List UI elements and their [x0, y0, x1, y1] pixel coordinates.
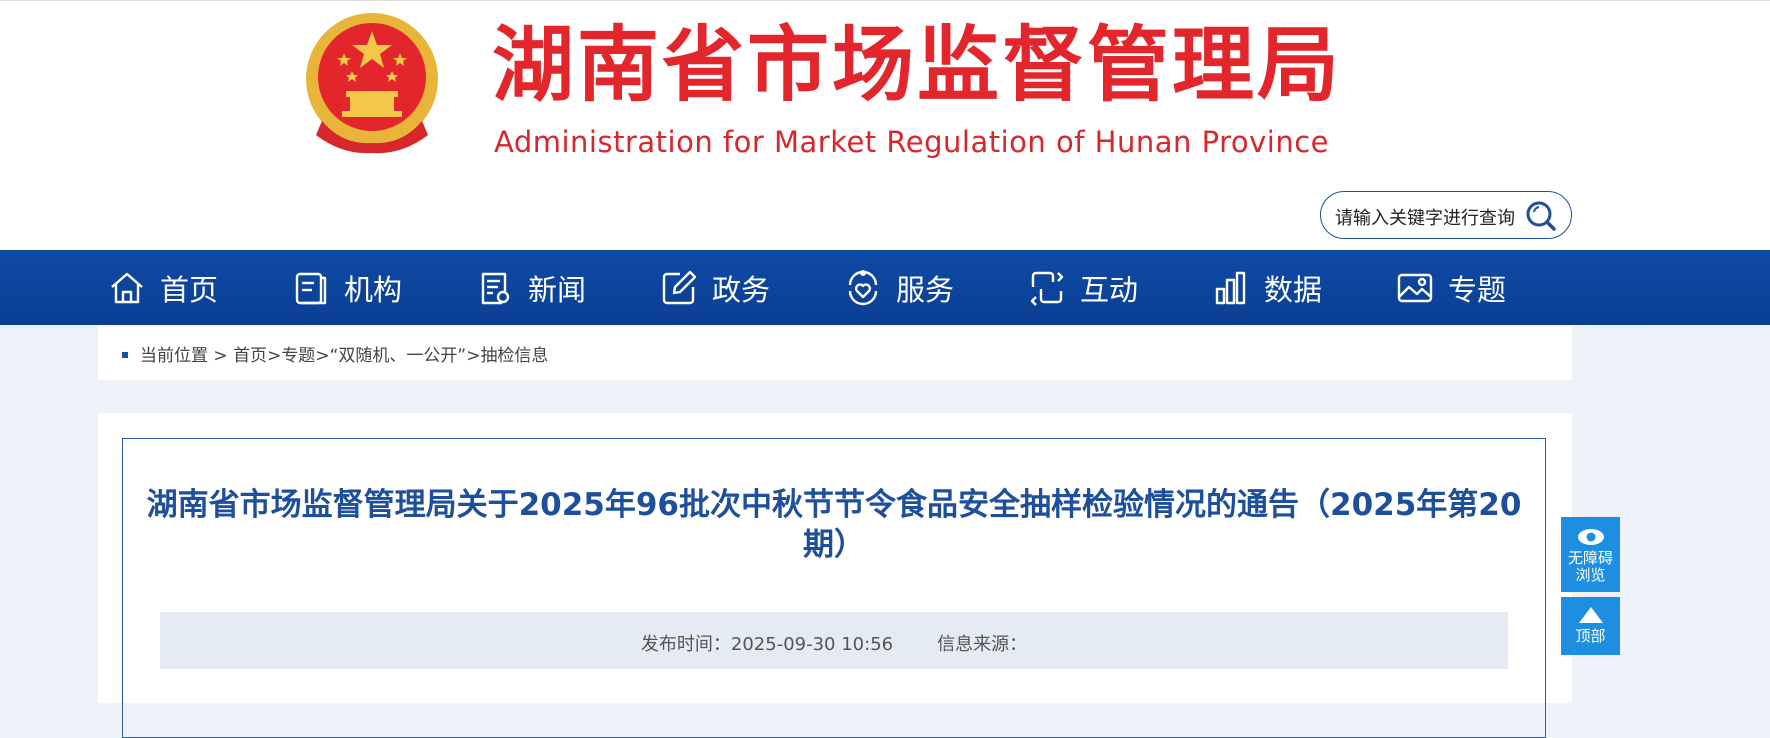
main-nav: 首页 机构 新闻 政务 服务 互动 数据 专题 [0, 250, 1770, 325]
nav-item-service[interactable]: 服务 [844, 250, 954, 325]
nav-item-home[interactable]: 首页 [108, 250, 218, 325]
site-header: 湖南省市场监督管理局 Administration for Market Reg… [0, 0, 1770, 250]
search-input[interactable]: 请输入关键字进行查询 [1335, 204, 1515, 230]
bullet-icon [122, 352, 128, 358]
breadcrumb-link-section[interactable]: “双随机、一公开” [330, 346, 467, 366]
image-icon [1397, 273, 1433, 302]
home-icon [111, 272, 143, 303]
nav-label: 新闻 [528, 272, 587, 307]
breadcrumb-prefix: 当前位置 > [140, 346, 234, 366]
source-label: 信息来源： [937, 634, 1028, 655]
service-icon [848, 269, 878, 305]
nav-label: 专题 [1448, 272, 1507, 307]
search-box[interactable]: 请输入关键字进行查询 [1320, 191, 1572, 239]
breadcrumb-link-current[interactable]: 抽检信息 [480, 346, 548, 366]
nav-label: 机构 [344, 272, 403, 307]
data-chart-icon [1215, 271, 1246, 304]
nav-item-news[interactable]: 新闻 [476, 250, 586, 325]
nav-label: 互动 [1080, 272, 1139, 307]
accessibility-label-line2: 浏览 [1575, 566, 1606, 584]
news-icon [481, 272, 510, 304]
arrow-up-icon [1578, 607, 1603, 623]
edit-icon [662, 270, 697, 304]
nav-label: 首页 [160, 272, 219, 307]
accessibility-label-line1: 无障碍 [1567, 549, 1613, 567]
breadcrumb-separator: > [315, 346, 330, 366]
site-title: 湖南省市场监督管理局 [492, 18, 1343, 113]
eye-icon [1577, 529, 1604, 545]
publish-time: 2025-09-30 10:56 [730, 634, 894, 655]
search-icon[interactable] [1525, 200, 1557, 232]
national-emblem-icon [306, 13, 438, 154]
accessibility-button[interactable]: 无障碍 浏览 [1561, 517, 1620, 592]
nav-item-topics[interactable]: 专题 [1396, 250, 1506, 325]
breadcrumb-path: 当前位置 > 首页>专题>“双随机、一公开”>抽检信息 [140, 341, 548, 366]
publish-time-label: 发布时间： [640, 634, 731, 655]
nav-item-government[interactable]: 政务 [660, 250, 770, 325]
organization-icon [295, 272, 327, 304]
back-to-top-label: 顶部 [1575, 627, 1606, 645]
interaction-icon [1030, 271, 1064, 306]
breadcrumb-separator: > [267, 346, 282, 366]
nav-item-organization[interactable]: 机构 [292, 250, 402, 325]
breadcrumb-link-topics[interactable]: 专题 [281, 346, 315, 366]
article-frame: 湖南省市场监督管理局关于2025年96批次中秋节节令食品安全抽样检验情况的通告（… [122, 438, 1546, 738]
article-meta: 发布时间：2025-09-30 10:56 信息来源： [160, 612, 1508, 669]
nav-label: 政务 [712, 272, 771, 307]
breadcrumb-link-home[interactable]: 首页 [233, 346, 267, 366]
breadcrumb-separator: > [466, 346, 481, 366]
nav-item-interaction[interactable]: 互动 [1028, 250, 1138, 325]
breadcrumb: 当前位置 > 首页>专题>“双随机、一公开”>抽检信息 [98, 325, 1572, 380]
nav-label: 数据 [1264, 272, 1323, 307]
article-title: 湖南省市场监督管理局关于2025年96批次中秋节节令食品安全抽样检验情况的通告（… [146, 487, 1522, 563]
content-panel: 湖南省市场监督管理局关于2025年96批次中秋节节令食品安全抽样检验情况的通告（… [98, 413, 1572, 738]
site-subtitle: Administration for Market Regulation of … [494, 125, 1329, 159]
back-to-top-button[interactable]: 顶部 [1561, 597, 1620, 655]
nav-label: 服务 [896, 272, 955, 307]
nav-item-data[interactable]: 数据 [1212, 250, 1322, 325]
